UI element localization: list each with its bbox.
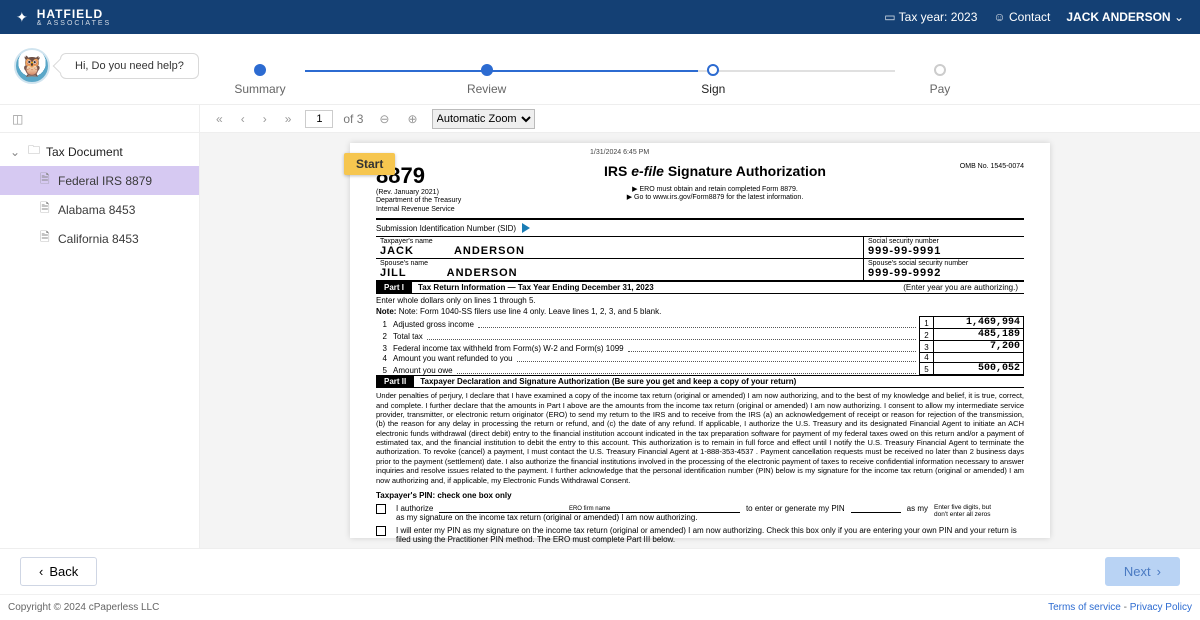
viewer-toolbar: « ‹ › » of 3 ⊖ ⊕ Automatic Zoom <box>200 105 1200 133</box>
form-title: IRS e-file Signature Authorization <box>496 163 934 179</box>
sid-label: Submission Identification Number (SID) <box>376 224 516 233</box>
part1-right: (Enter year you are authorizing.) <box>897 282 1024 293</box>
form-8879-page: Start 1/31/2024 6:45 PM 8879 (Rev. Janua… <box>350 143 1050 538</box>
file-icon: 🗎 <box>40 199 52 220</box>
progress-stepper: Summary Review Sign Pay <box>0 44 1200 104</box>
document-tree: ⌄ 🗀 Tax Document 🗎 Federal IRS 8879 🗎 Al… <box>0 133 199 257</box>
start-tag[interactable]: Start <box>344 153 395 175</box>
table-row: 3Federal income tax withheld from Form(s… <box>376 341 1024 353</box>
tax-year: ▭ Tax year: 2023 <box>884 10 977 24</box>
brand-icon: ✦ <box>16 9 29 26</box>
chevron-left-icon: ‹ <box>39 564 43 579</box>
next-page-icon[interactable]: › <box>259 110 271 128</box>
next-button[interactable]: Next › <box>1105 557 1180 586</box>
table-row: 5Amount you owe5500,052 <box>376 363 1024 375</box>
spouse-ssn: 999-99-9992 <box>868 267 1020 279</box>
table-row: 4Amount you want refunded to you4 <box>376 353 1024 363</box>
zoom-select[interactable]: Automatic Zoom <box>432 109 535 129</box>
last-page-icon[interactable]: » <box>281 110 296 128</box>
person-icon: ☺ <box>993 10 1005 24</box>
pin-header: Taxpayer's PIN: check one box only <box>376 491 1024 500</box>
form-dept: Department of the Treasury <box>376 197 496 205</box>
prev-page-icon[interactable]: ‹ <box>237 110 249 128</box>
app-header: ✦ HATFIELD & ASSOCIATES ▭ Tax year: 2023… <box>0 0 1200 34</box>
zoom-in-icon[interactable]: ⊕ <box>403 110 421 128</box>
main: ◫ ⌄ 🗀 Tax Document 🗎 Federal IRS 8879 🗎 … <box>0 104 1200 548</box>
privacy-link[interactable]: Privacy Policy <box>1130 602 1192 613</box>
header-right: ▭ Tax year: 2023 ☺ Contact JACK ANDERSON… <box>884 10 1184 24</box>
chevron-down-icon: ⌄ <box>10 145 22 159</box>
form-note-2: ▶ Go to www.irs.gov/Form8879 for the lat… <box>496 193 934 201</box>
brand: ✦ HATFIELD & ASSOCIATES <box>16 8 111 27</box>
part2-desc: Taxpayer Declaration and Signature Autho… <box>414 376 1024 387</box>
part1-label: Part I <box>376 282 412 293</box>
contact-link[interactable]: ☺ Contact <box>993 10 1050 24</box>
terms-link[interactable]: Terms of service <box>1048 602 1121 613</box>
tax-lines-table: 1Adjusted gross income11,469,994 2Total … <box>376 316 1024 375</box>
file-icon: 🗎 <box>40 170 52 191</box>
form-irs: Internal Revenue Service <box>376 206 496 214</box>
part2-label: Part II <box>376 376 414 387</box>
page-timestamp: 1/31/2024 6:45 PM <box>590 149 649 156</box>
taxpayer-ssn: 999-99-9991 <box>868 245 1020 257</box>
table-row: 1Adjusted gross income11,469,994 <box>376 317 1024 329</box>
form-rev: (Rev. January 2021) <box>376 189 496 197</box>
folder-icon: 🗀 <box>28 141 40 162</box>
user-menu[interactable]: JACK ANDERSON ⌄ <box>1066 10 1184 24</box>
arrow-right-icon <box>522 223 530 233</box>
copyright: Copyright © 2024 cPaperless LLC <box>8 602 159 613</box>
step-review[interactable]: Review <box>427 64 547 96</box>
back-button[interactable]: ‹ Back <box>20 557 97 586</box>
pin-checkbox-2[interactable] <box>376 526 386 536</box>
chevron-right-icon: › <box>1157 564 1161 579</box>
footer-buttons: ‹ Back Next › <box>0 548 1200 594</box>
pdf-viewer: « ‹ › » of 3 ⊖ ⊕ Automatic Zoom Start 1/… <box>200 105 1200 548</box>
omb-number: OMB No. 1545-0074 <box>934 163 1024 170</box>
sidebar: ◫ ⌄ 🗀 Tax Document 🗎 Federal IRS 8879 🗎 … <box>0 105 200 548</box>
sidebar-toggle-icon[interactable]: ◫ <box>8 110 27 128</box>
first-page-icon[interactable]: « <box>212 110 227 128</box>
zoom-out-icon[interactable]: ⊖ <box>375 110 393 128</box>
brand-name: HATFIELD <box>37 7 103 21</box>
chevron-down-icon: ⌄ <box>1174 10 1184 24</box>
page-input[interactable] <box>305 110 333 128</box>
tree-item-california[interactable]: 🗎 California 8453 <box>0 224 199 253</box>
note-1040ss: Note: Note: Form 1040-SS filers use line… <box>376 307 1024 316</box>
page-total: of 3 <box>343 112 363 126</box>
tree-root[interactable]: ⌄ 🗀 Tax Document <box>0 137 199 166</box>
part1-desc: Tax Return Information — Tax Year Ending… <box>412 282 897 293</box>
step-sign[interactable]: Sign <box>653 64 773 96</box>
pin-checkbox-1[interactable] <box>376 504 386 514</box>
tree-item-federal[interactable]: 🗎 Federal IRS 8879 <box>0 166 199 195</box>
step-pay[interactable]: Pay <box>880 64 1000 96</box>
document-scroll[interactable]: Start 1/31/2024 6:45 PM 8879 (Rev. Janua… <box>200 133 1200 548</box>
file-icon: 🗎 <box>40 228 52 249</box>
declaration-text: Under penalties of perjury, I declare th… <box>376 391 1024 485</box>
table-row: 2Total tax2485,189 <box>376 329 1024 341</box>
calendar-icon: ▭ <box>884 10 895 24</box>
tree-item-alabama[interactable]: 🗎 Alabama 8453 <box>0 195 199 224</box>
pin-opt-2: I will enter my PIN as my signature on t… <box>396 526 1024 544</box>
whole-dollars-note: Enter whole dollars only on lines 1 thro… <box>376 294 1024 307</box>
legal-footer: Copyright © 2024 cPaperless LLC Terms of… <box>0 594 1200 620</box>
step-summary[interactable]: Summary <box>200 64 320 96</box>
form-note-1: ▶ ERO must obtain and retain completed F… <box>496 185 934 193</box>
sidebar-toolbar: ◫ <box>0 105 199 133</box>
brand-sub: & ASSOCIATES <box>37 20 111 27</box>
